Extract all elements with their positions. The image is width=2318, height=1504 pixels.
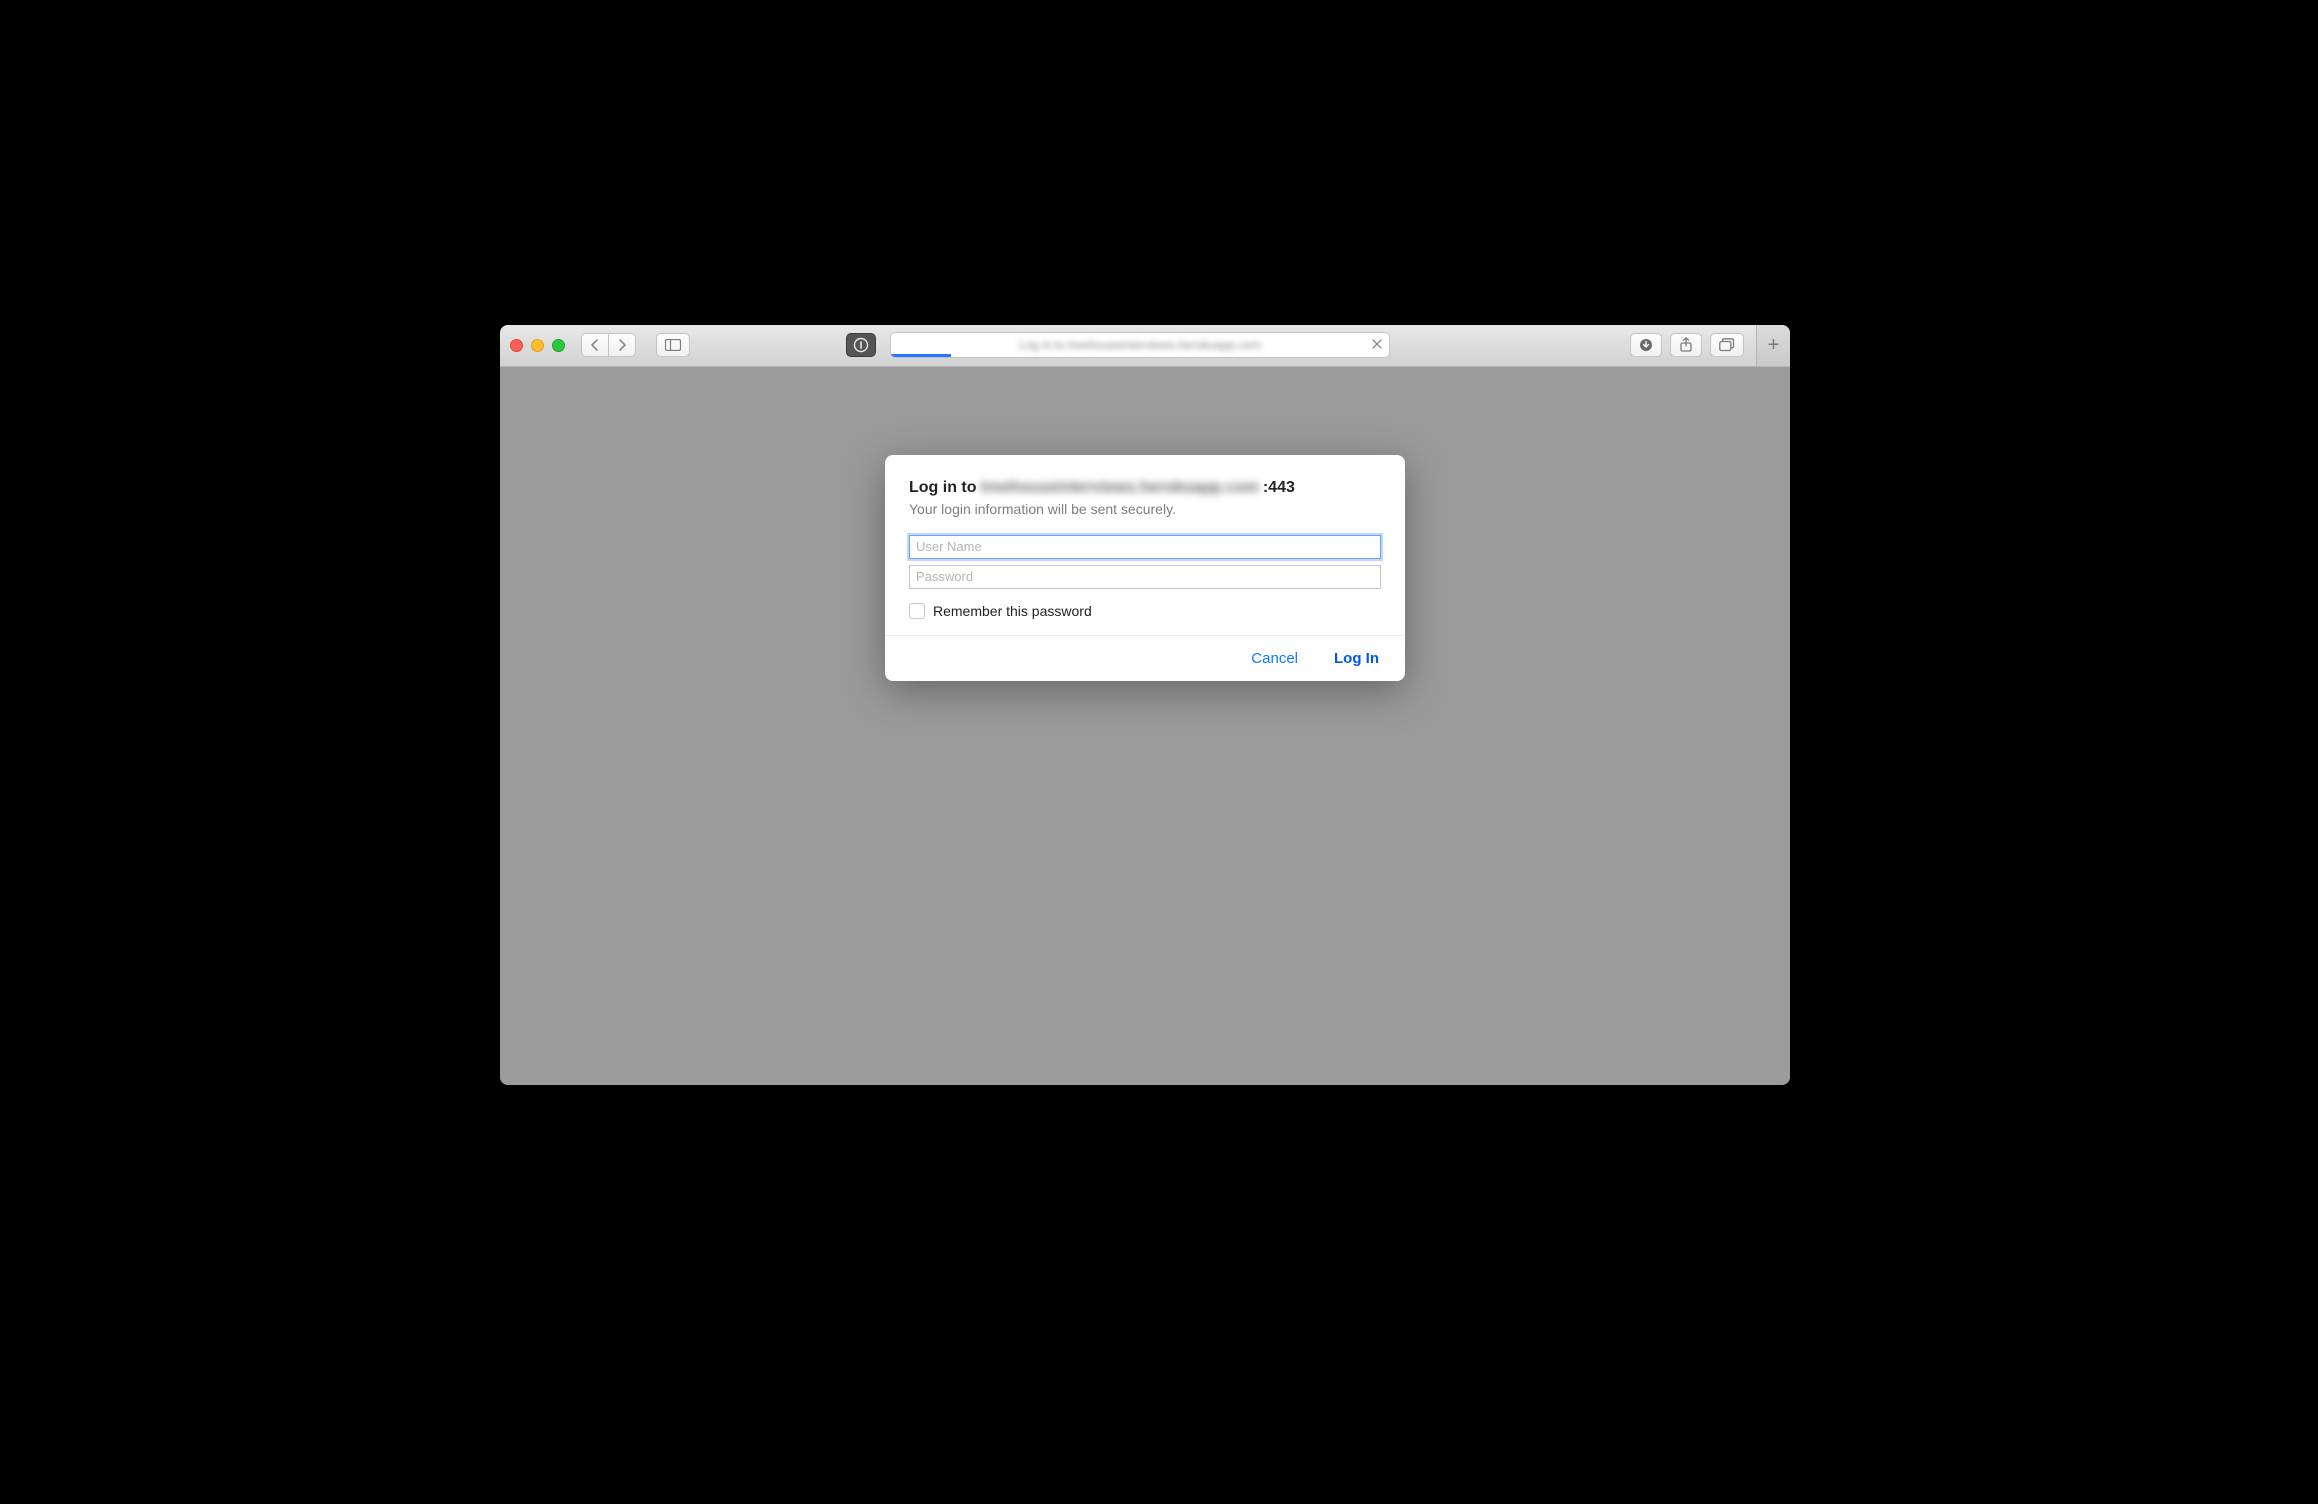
download-icon [1639,338,1653,352]
username-field[interactable] [909,535,1381,559]
address-bar[interactable]: Log in to treehouseinterviews.herokuapp.… [890,332,1390,358]
http-auth-dialog: Log in to treehouseinterviews.herokuapp.… [885,455,1405,681]
auth-dialog-subtitle: Your login information will be sent secu… [909,501,1381,517]
sidebar-icon [665,339,681,351]
plus-icon: + [1768,334,1780,357]
auth-title-host: treehouseinterviews.herokuapp.com [981,479,1259,497]
auth-dialog-footer: Cancel Log In [885,635,1405,681]
remember-password-checkbox[interactable] [909,603,925,619]
share-button[interactable] [1670,333,1702,357]
downloads-button[interactable] [1630,333,1662,357]
back-button[interactable] [581,333,608,357]
remember-password-label: Remember this password [933,603,1092,619]
minimize-window-button[interactable] [531,339,544,352]
show-tabs-button[interactable] [1710,333,1744,357]
forward-button[interactable] [608,333,636,357]
cancel-button[interactable]: Cancel [1247,648,1302,669]
chevron-left-icon [590,339,600,351]
stop-loading-button[interactable] [1371,338,1383,352]
login-button[interactable]: Log In [1330,648,1383,669]
chevron-right-icon [617,339,627,351]
browser-toolbar: Log in to treehouseinterviews.herokuapp.… [500,325,1790,367]
share-icon [1679,337,1693,353]
nav-buttons [581,333,636,357]
close-icon [1371,338,1383,350]
page-content: Log in to treehouseinterviews.herokuapp.… [500,367,1790,1085]
toolbar-right-group [1630,333,1744,357]
zoom-window-button[interactable] [552,339,565,352]
auth-dialog-title: Log in to treehouseinterviews.herokuapp.… [909,479,1381,497]
onepassword-icon [853,337,869,353]
close-window-button[interactable] [510,339,523,352]
safari-window: Log in to treehouseinterviews.herokuapp.… [500,325,1790,1085]
remember-password-row: Remember this password [909,603,1381,619]
password-field[interactable] [909,565,1381,589]
window-controls [510,339,565,352]
page-load-progress [891,333,951,357]
new-tab-button[interactable]: + [1756,325,1790,367]
auth-title-prefix: Log in to [909,479,977,497]
onepassword-button[interactable] [846,333,876,357]
tabs-icon [1719,338,1735,352]
address-bar-text: Log in to treehouseinterviews.herokuapp.… [1019,338,1261,352]
auth-title-suffix: :443 [1263,479,1295,497]
sidebar-toggle-button[interactable] [656,333,690,357]
